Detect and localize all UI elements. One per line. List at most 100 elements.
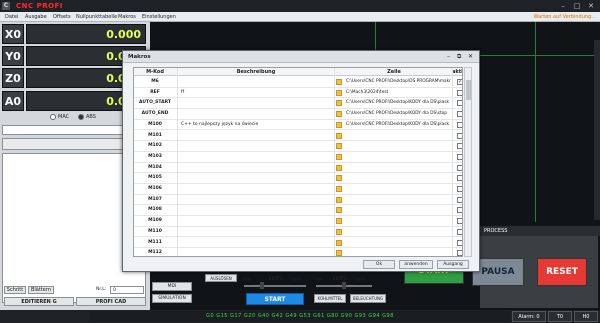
active-checkbox[interactable] [457,218,462,225]
menu-offsets[interactable]: Offsets [53,12,71,22]
table-row[interactable]: M102 [134,141,462,152]
table-row[interactable]: M103 [134,152,462,163]
scrollbar-thumb[interactable] [466,80,471,100]
active-checkbox[interactable] [457,143,462,150]
active-checkbox[interactable] [457,121,462,128]
abs-label: ABS [86,114,96,120]
table-row[interactable]: AUTO_END C:\Users\CNC PROFI\Desktop\KODY … [134,109,462,120]
active-checkbox[interactable] [457,89,462,96]
ok-button[interactable]: Ok [363,260,395,269]
folder-icon[interactable] [336,143,342,150]
row-description[interactable]: ff [178,88,328,98]
folder-icon[interactable] [336,89,342,96]
active-checkbox[interactable] [457,250,462,256]
row-name: M108 [148,207,162,213]
table-row[interactable]: M104 [134,163,462,174]
table-row[interactable]: M105 [134,173,462,184]
menu-einstellungen[interactable]: Einstellungen [142,12,176,22]
axis-z-label[interactable]: Z0 [2,68,24,88]
folder-icon[interactable] [336,239,342,246]
folder-icon[interactable] [336,100,342,107]
folder-icon[interactable] [336,196,342,203]
folder-icon[interactable] [336,121,342,128]
table-row[interactable]: M107 [134,195,462,206]
menu-nullpunkttabelle[interactable]: Nullpunkttabelle [76,12,117,22]
active-checkbox[interactable] [457,175,462,182]
beleuchtung-button[interactable]: BELEUCHTUNG [350,294,386,303]
active-checkbox[interactable] [457,164,462,171]
active-checkbox[interactable] [457,228,462,235]
table-row[interactable]: REF ff C:\Mach3\2024\test [134,88,462,99]
reset-button[interactable]: RESET [537,258,587,286]
table-row[interactable]: M111 [134,238,462,249]
table-row[interactable]: M108 [134,205,462,217]
active-checkbox[interactable] [457,132,462,139]
col-header-desc[interactable]: Beschreibung [178,68,334,76]
table-row[interactable]: AUTO_START C:\Users\CNC PROFI\Desktop\KOD… [134,98,462,110]
folder-icon[interactable] [336,132,342,139]
dialog-close-icon[interactable]: ✕ [468,52,473,62]
menu-ausgabe[interactable]: Ausgabe [25,12,47,22]
blattern-button[interactable]: Blättern [28,286,54,294]
dialog-restore-icon[interactable]: ⧉ [457,52,461,62]
menu-datei[interactable]: Datei [5,12,18,22]
active-checkbox[interactable] [457,153,462,160]
active-checkbox[interactable] [457,100,462,107]
table-row[interactable]: M110 [134,227,462,238]
maximize-icon[interactable]: □ [570,0,584,12]
mac-radio[interactable] [50,114,56,120]
folder-icon[interactable] [336,186,342,192]
nr-label: Nr.L: [96,287,107,292]
dialog-minimize-icon[interactable]: – [447,52,450,62]
col-header-file[interactable]: Zeile [336,68,452,76]
row-name: M109 [148,218,162,224]
active-checkbox[interactable] [457,111,462,118]
simulation-button[interactable]: SIMULATION [152,294,192,303]
apply-button[interactable]: anwenden [399,260,433,269]
axis-a-label[interactable]: A0 [2,91,24,111]
mdi-button[interactable]: MDI [152,282,192,291]
col-header-active[interactable]: aktiv [452,68,462,76]
folder-icon[interactable] [336,164,342,171]
active-checkbox[interactable] [457,186,462,192]
table-row[interactable]: M109 [134,216,462,227]
folder-icon[interactable] [336,218,342,225]
active-checkbox[interactable] [457,239,462,246]
editieren-g-button[interactable]: EDITIEREN G [4,297,74,306]
kuhlmittel-button[interactable]: KÜHLMITTEL [314,294,346,303]
auslosen-button[interactable]: AUSLÖSEN [205,274,237,282]
exit-button[interactable]: Ausgang [437,260,469,269]
folder-icon[interactable] [336,153,342,160]
active-checkbox[interactable]: ✓ [457,79,462,85]
view-scrollbar[interactable] [594,40,600,220]
table-row[interactable]: M101 [134,131,462,142]
profi-cad-button[interactable]: PROFI CAD [76,297,146,306]
active-checkbox[interactable] [457,207,462,214]
table-row[interactable]: M100 C++ to najlepszy język na świecie C:\… [134,120,462,131]
table-row[interactable]: M6 C:\Users\CNC PROFI\Desktop\DS PROGRAM\… [134,77,462,88]
schritt-button[interactable]: Schritt [4,286,26,294]
folder-icon[interactable] [336,250,342,256]
start-button-center[interactable]: START [246,293,304,305]
spindle-slider-handle[interactable] [342,282,346,289]
table-row[interactable]: M106 [134,184,462,195]
row-description[interactable]: C++ to najlepszy język na świecie [178,120,328,130]
folder-icon[interactable] [336,111,342,118]
folder-icon[interactable] [336,228,342,235]
active-checkbox[interactable] [457,196,462,203]
close-icon[interactable]: ✕ [584,0,598,12]
axis-x-label[interactable]: X0 [2,24,24,44]
minimize-icon[interactable]: – [556,0,570,12]
abs-radio[interactable] [78,114,84,120]
table-row[interactable]: M112 [134,248,462,256]
menu-makros[interactable]: Makros [118,12,136,22]
axis-y-label[interactable]: Y0 [2,46,24,66]
feed-slider-handle[interactable] [260,282,264,289]
folder-icon[interactable] [336,207,342,214]
col-header-name[interactable]: M-Kod [134,68,176,76]
folder-icon[interactable] [336,79,342,85]
table-scrollbar[interactable] [464,67,472,257]
feed-slider[interactable] [244,285,306,287]
folder-icon[interactable] [336,175,342,182]
nr-input[interactable]: 0 [110,286,144,294]
